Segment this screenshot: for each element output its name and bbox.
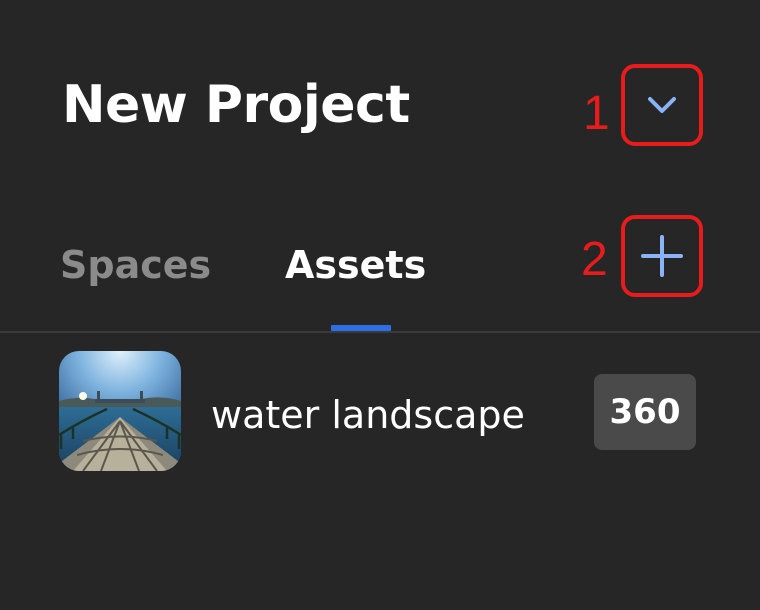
tab-divider xyxy=(0,331,760,333)
plus-icon xyxy=(641,235,683,277)
collapse-project-button[interactable] xyxy=(632,75,692,135)
asset-type-badge: 360 xyxy=(594,374,696,450)
annotation-number-2: 2 xyxy=(581,233,608,286)
chevron-down-icon xyxy=(648,97,676,113)
project-title: New Project xyxy=(62,75,410,135)
asset-item[interactable]: water landscape 360 xyxy=(0,345,760,475)
add-asset-button[interactable] xyxy=(632,226,692,286)
asset-thumbnail xyxy=(59,351,181,471)
tab-spaces[interactable]: Spaces xyxy=(60,240,211,290)
tab-assets[interactable]: Assets xyxy=(285,240,426,290)
asset-name: water landscape xyxy=(211,393,525,437)
annotation-number-1: 1 xyxy=(583,87,610,140)
